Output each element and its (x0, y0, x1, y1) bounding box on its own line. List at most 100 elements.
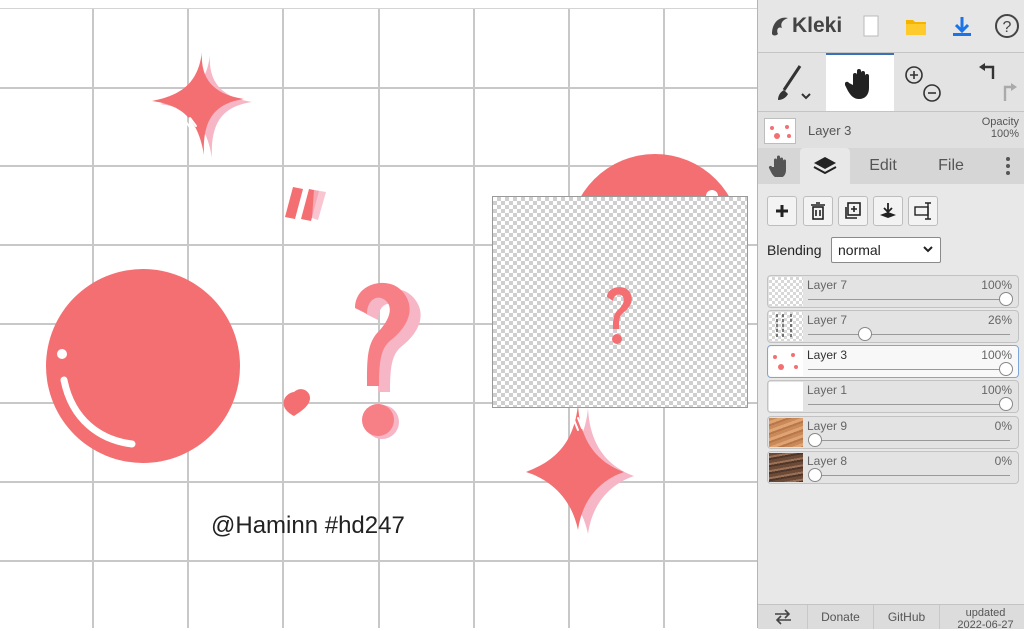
sparkle-shape-bottom-right (526, 404, 634, 534)
kleki-logo[interactable]: Kleki (768, 12, 842, 40)
blending-mode-select[interactable]: normal (831, 237, 941, 263)
panel-footer: Donate GitHub updated 2022-06-27 (758, 604, 1024, 631)
plus-icon (776, 205, 788, 217)
donate-link[interactable]: Donate (808, 605, 874, 629)
help-icon[interactable]: ? (994, 13, 1020, 39)
more-menu-icon[interactable] (994, 148, 1022, 184)
updated-label: updated (965, 607, 1006, 619)
open-folder-icon[interactable] (903, 13, 929, 39)
duplicate-icon (845, 202, 861, 219)
layer-name: Layer 7 (807, 313, 848, 327)
layer-thumbnail (769, 418, 803, 447)
brush-icon (778, 65, 811, 100)
chevron-down-icon (923, 246, 933, 253)
small-heart-shape (283, 389, 310, 416)
undo-redo-buttons (963, 53, 1023, 111)
tab-hand[interactable] (758, 148, 800, 184)
layer-opacity-slider-knob[interactable] (999, 397, 1013, 411)
brush-tool-button[interactable] (758, 53, 826, 111)
quote-marks-shape (285, 187, 326, 221)
hand-tool-button[interactable] (826, 53, 894, 111)
layer-thumbnail (769, 347, 803, 376)
blending-label: Blending (767, 242, 822, 258)
top-toolbar: Kleki ? (758, 0, 1024, 53)
layer-thumbnail (769, 277, 803, 306)
merge-down-button[interactable] (873, 196, 903, 226)
side-panel: Kleki ? Layer 3 Opacity 100% Edit File B… (757, 0, 1024, 631)
kleki-logo-icon (772, 17, 788, 36)
drawing-canvas[interactable]: @Haminn #hd247 (0, 0, 757, 628)
new-document-icon[interactable] (858, 13, 884, 39)
layer-row[interactable]: Layer 7 100% (767, 275, 1019, 308)
layer-thumbnail (769, 382, 803, 411)
trash-icon (811, 202, 825, 220)
layer-thumbnail (769, 312, 803, 341)
hand-icon (845, 69, 869, 99)
layer-opacity-value: 100% (981, 278, 1012, 292)
tab-edit[interactable]: Edit (858, 148, 908, 184)
opacity-value: 100% (990, 128, 1019, 140)
blending-mode-value: normal (838, 242, 881, 258)
layer-opacity-value: 0% (994, 419, 1012, 433)
layer-opacity-slider-knob[interactable] (808, 433, 822, 447)
add-layer-button[interactable] (767, 196, 797, 226)
zoom-in-icon[interactable] (905, 66, 923, 84)
layer-opacity-slider[interactable] (808, 334, 1010, 335)
layer-opacity-slider[interactable] (808, 369, 1010, 370)
rename-icon (914, 202, 931, 220)
layer-preview-popup (492, 196, 748, 408)
layer-opacity-slider[interactable] (808, 404, 1010, 405)
layer-row[interactable]: Layer 1 100% (767, 380, 1019, 413)
opacity-label: Opacity (981, 116, 1019, 128)
layer-row[interactable]: Layer 9 0% (767, 416, 1019, 449)
merge-down-icon (880, 203, 896, 218)
layers-icon (813, 157, 837, 175)
layer-name: Layer 1 (807, 383, 848, 397)
layer-opacity-slider[interactable] (808, 440, 1010, 441)
panel-tabs: Edit File (758, 148, 1024, 184)
layer-opacity-slider[interactable] (808, 475, 1010, 476)
layer-opacity-slider-knob[interactable] (999, 292, 1013, 306)
download-icon[interactable] (949, 13, 975, 39)
layers-panel: Blending normal Layer 7 100% Layer 7 26% Lay… (758, 184, 1024, 604)
preview-question-mark (607, 287, 632, 344)
layer-thumbnail (769, 453, 803, 482)
updated-info: updated 2022-06-27 (948, 607, 1023, 631)
tab-file[interactable]: File (926, 148, 976, 184)
redo-icon[interactable] (1003, 83, 1017, 101)
watermark-text: @Haminn #hd247 (211, 512, 405, 539)
layer-row[interactable]: Layer 3 100% (767, 345, 1019, 378)
tool-row (758, 53, 1024, 112)
layer-opacity-slider-knob[interactable] (857, 327, 872, 341)
app-name: Kleki (792, 14, 843, 37)
zoom-out-icon[interactable] (923, 84, 941, 102)
layer-row[interactable]: Layer 8 0% (767, 451, 1019, 484)
question-mark-shape (355, 282, 421, 439)
delete-layer-button[interactable] (803, 196, 833, 226)
bubble-circle-left (46, 269, 240, 463)
layer-opacity-value: 100% (981, 348, 1012, 362)
duplicate-layer-button[interactable] (838, 196, 868, 226)
tab-layers[interactable] (800, 148, 850, 184)
layer-name: Layer 3 (807, 348, 848, 362)
layer-name: Layer 9 (807, 419, 848, 433)
undo-icon[interactable] (979, 63, 995, 79)
current-layer-info: Layer 3 Opacity 100% (758, 112, 1024, 148)
layer-opacity-slider-knob[interactable] (999, 362, 1013, 376)
current-layer-thumbnail (764, 118, 796, 144)
current-layer-name: Layer 3 (808, 123, 852, 138)
layer-name: Layer 7 (807, 278, 848, 292)
layer-name: Layer 8 (807, 454, 848, 468)
swap-side-icon[interactable] (758, 605, 808, 629)
github-link[interactable]: GitHub (874, 605, 940, 629)
rename-layer-button[interactable] (908, 196, 938, 226)
svg-text:?: ? (1003, 19, 1012, 36)
layer-opacity-slider-knob[interactable] (808, 468, 822, 482)
sparkle-shape-top-left (152, 52, 252, 158)
zoom-buttons (898, 53, 948, 111)
hand-icon (768, 155, 786, 177)
layer-row[interactable]: Layer 7 26% (767, 310, 1019, 343)
opacity-readout: Opacity 100% (982, 116, 1019, 140)
layer-opacity-value: 100% (981, 383, 1012, 397)
layer-opacity-slider[interactable] (808, 299, 1010, 300)
